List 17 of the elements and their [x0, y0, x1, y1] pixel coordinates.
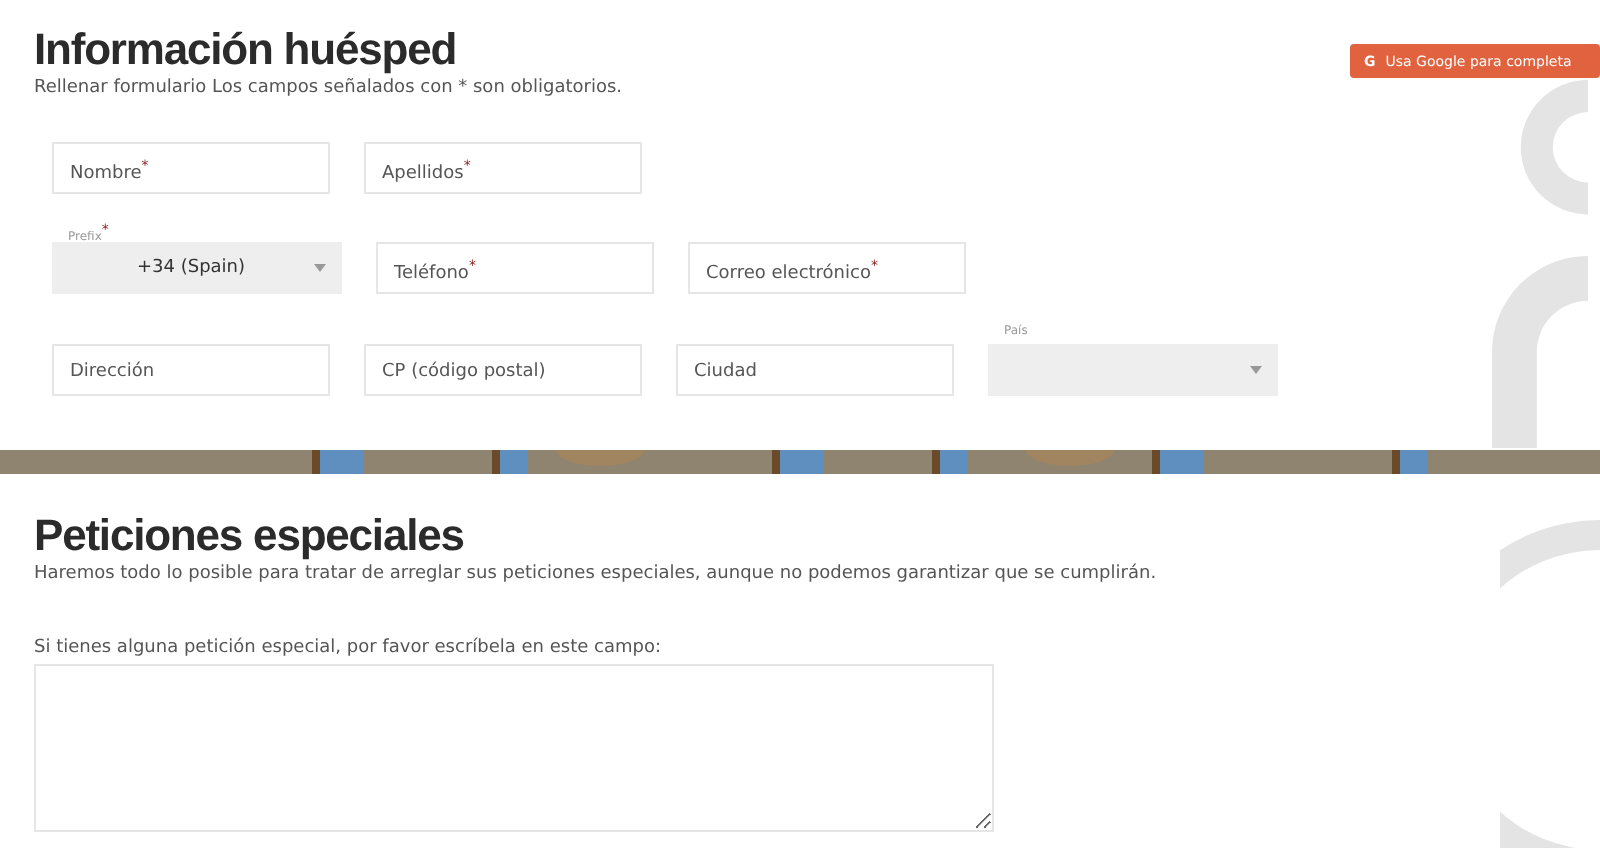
input-field[interactable]: Teléfono$^{*}$	[376, 242, 654, 294]
caret-icon	[314, 264, 326, 272]
select-dropdown[interactable]	[988, 344, 1278, 396]
input-field[interactable]: Correo electrónico$^{*}$	[688, 242, 966, 294]
section-title: Peticiones especiales	[34, 510, 464, 562]
input-field[interactable]: Apellidos$^{*}$	[364, 142, 642, 194]
section-subtitle: Haremos todo lo posible para tratar de arreglar sus peticiones especiales, aunque no podemos garantizar que se cumplirán.	[34, 562, 1159, 586]
input-field[interactable]: Ciudad	[676, 344, 954, 396]
text-area[interactable]	[34, 664, 994, 832]
section-subtitle: Rellenar formulario Los campos señalados con * son obligatorios.	[34, 76, 622, 100]
input-field[interactable]: CP (código postal)	[364, 344, 642, 396]
input-field[interactable]: Nombre$^{*}$	[52, 142, 330, 194]
caret-icon	[1250, 366, 1262, 374]
field-label: Si tienes alguna petición especial, por favor escríbela en este campo:	[34, 638, 664, 658]
select-dropdown[interactable]: +34 (Spain)	[52, 242, 342, 294]
input-field[interactable]: Dirección	[52, 344, 330, 396]
section-title: Información huésped	[34, 24, 457, 76]
